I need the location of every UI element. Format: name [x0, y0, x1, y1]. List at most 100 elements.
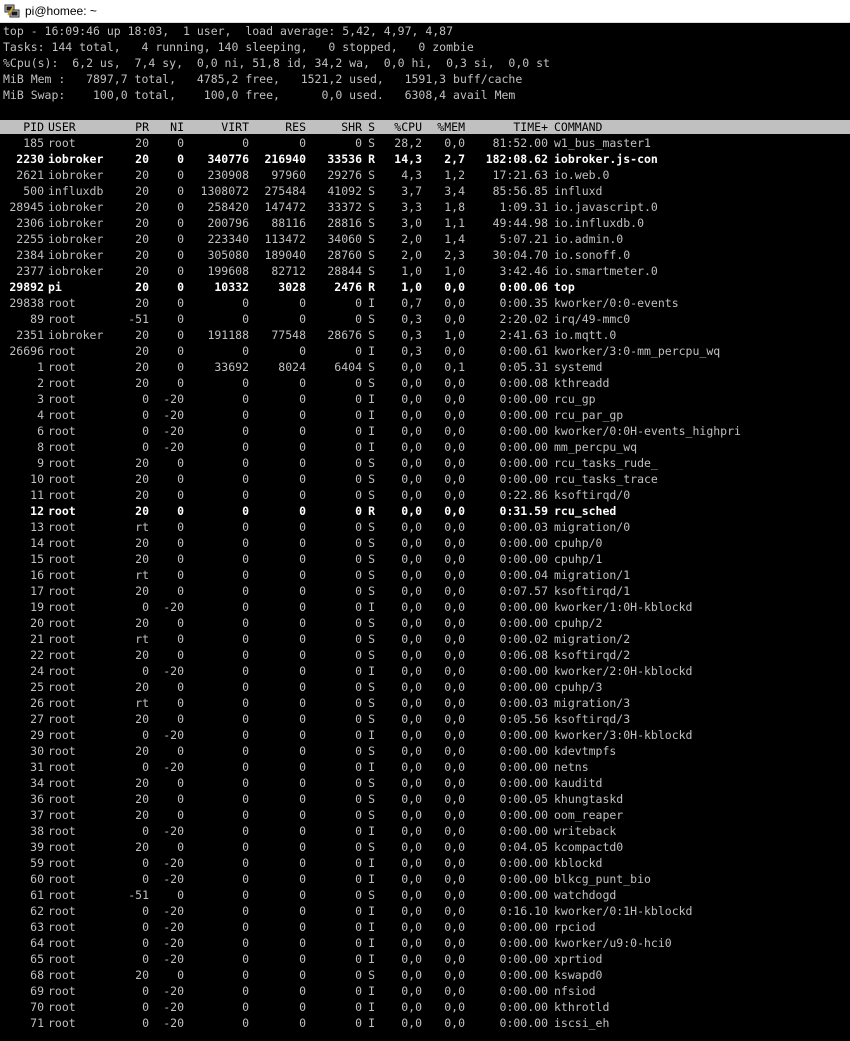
cell-time: 0:00.00: [499, 776, 548, 790]
table-row: 39 root 20 0 0 0 0 S 0,0 0,0 0:04.05 kcompactd0: [0, 839, 850, 855]
column-header-user: USER: [48, 120, 76, 134]
cell-cpu: 3,7: [401, 184, 422, 198]
cell-shr: 0: [355, 408, 362, 422]
cell-user: root: [48, 536, 76, 550]
cell-virt: 0: [242, 792, 249, 806]
cell-mem: 0,0: [444, 712, 465, 726]
cell-command: kthreadd: [554, 376, 610, 390]
cell-res: 88116: [271, 216, 306, 230]
cell-pid: 60: [30, 872, 44, 886]
cell-ni: 0: [177, 648, 184, 662]
cell-virt: 0: [242, 136, 249, 150]
cell-shr: 0: [355, 584, 362, 598]
summary-tasks-line: Tasks: 144 total, 4 running, 140 sleepin…: [3, 40, 474, 54]
cell-ni: 0: [177, 504, 184, 518]
cell-pr: 20: [135, 488, 149, 502]
cell-user: iobroker: [48, 168, 104, 182]
table-row: 500 influxdb 20 0 1308072 275484 41092 S 3,7 3,4 8…: [0, 183, 850, 199]
cell-mem: 0,0: [444, 648, 465, 662]
table-row: 21 root rt 0 0 0 0 S 0,0 0,0 0:00.02 migration/2: [0, 631, 850, 647]
cell-ni: 0: [177, 552, 184, 566]
cell-pr: 20: [135, 376, 149, 390]
cell-shr: 0: [355, 696, 362, 710]
cell-pid: 59: [30, 856, 44, 870]
cell-state: S: [368, 248, 375, 262]
cell-pid: 38: [30, 824, 44, 838]
cell-res: 0: [299, 920, 306, 934]
cell-virt: 340776: [207, 152, 249, 166]
cell-shr: 33372: [327, 200, 362, 214]
cell-state: S: [368, 648, 375, 662]
cell-mem: 0,0: [444, 344, 465, 358]
column-header-res: RES: [285, 120, 306, 134]
cell-virt: 0: [242, 824, 249, 838]
cell-res: 0: [299, 888, 306, 902]
summary-uptime-line: top - 16:09:46 up 18:03, 1 user, load av…: [3, 24, 454, 38]
cell-state: I: [368, 424, 375, 438]
cell-ni: -20: [163, 440, 184, 454]
cell-command: irq/49-mmc0: [554, 312, 631, 326]
cell-time: 0:00.00: [499, 552, 548, 566]
cell-state: S: [368, 232, 375, 246]
cell-user: root: [48, 504, 76, 518]
cell-shr: 0: [355, 920, 362, 934]
cell-state: I: [368, 984, 375, 998]
cell-pr: 20: [135, 264, 149, 278]
cell-ni: 0: [177, 152, 184, 166]
cell-virt: 33692: [214, 360, 249, 374]
cell-mem: 0,0: [444, 520, 465, 534]
column-header-ni: NI: [170, 120, 184, 134]
cell-shr: 0: [355, 952, 362, 966]
cell-state: I: [368, 392, 375, 406]
cell-state: S: [368, 520, 375, 534]
cell-command: io.javascript.0: [554, 200, 658, 214]
cell-state: I: [368, 760, 375, 774]
cell-mem: 0,0: [444, 1016, 465, 1030]
cell-user: root: [48, 312, 76, 326]
cell-time: 0:05.31: [499, 360, 548, 374]
cell-ni: -20: [163, 600, 184, 614]
cell-cpu: 0,3: [401, 312, 422, 326]
cell-time: 0:00.03: [499, 520, 548, 534]
cell-ni: 0: [177, 520, 184, 534]
cell-pid: 13: [30, 520, 44, 534]
cell-pid: 2306: [16, 216, 44, 230]
cell-command: migration/2: [554, 632, 631, 646]
cell-res: 0: [299, 552, 306, 566]
cell-mem: 0,0: [444, 424, 465, 438]
cell-user: root: [48, 664, 76, 678]
table-row: 185 root 20 0 0 0 0 S 28,2 0,0 81:52.00 w1_bus_mast…: [0, 135, 850, 151]
cell-user: root: [48, 424, 76, 438]
window-titlebar[interactable]: pi@homee: ~: [0, 0, 850, 23]
cell-command: khungtaskd: [554, 792, 624, 806]
table-row: 37 root 20 0 0 0 0 S 0,0 0,0 0:00.00 oom_reaper: [0, 807, 850, 823]
cell-state: S: [368, 312, 375, 326]
cell-pid: 2384: [16, 248, 44, 262]
cell-pid: 29892: [9, 280, 44, 294]
cell-shr: 41092: [327, 184, 362, 198]
cell-user: root: [48, 568, 76, 582]
cell-cpu: 0,0: [401, 760, 422, 774]
cell-res: 0: [299, 776, 306, 790]
cell-pr: 20: [135, 840, 149, 854]
table-row: 26696 root 20 0 0 0 0 I 0,3 0,0 0:00.61 kworker/3:0…: [0, 343, 850, 359]
cell-virt: 0: [242, 376, 249, 390]
cell-command: cpuhp/3: [554, 680, 603, 694]
column-header-pid: PID: [23, 120, 44, 134]
cell-mem: 0,0: [444, 440, 465, 454]
terminal-screen[interactable]: top - 16:09:46 up 18:03, 1 user, load av…: [0, 23, 850, 1041]
table-row: 28945 iobroker 20 0 258420 147472 33372 S 3,3 1,8…: [0, 199, 850, 215]
cell-user: root: [48, 776, 76, 790]
cell-ni: 0: [177, 184, 184, 198]
cell-mem: 0,0: [444, 760, 465, 774]
cell-command: kswapd0: [554, 968, 603, 982]
cell-mem: 0,0: [444, 952, 465, 966]
cell-cpu: 0,0: [401, 440, 422, 454]
cell-user: iobroker: [48, 264, 104, 278]
cell-pr: 0: [142, 1016, 149, 1030]
cell-state: I: [368, 1016, 375, 1030]
cell-cpu: 0,0: [401, 376, 422, 390]
cell-user: root: [48, 376, 76, 390]
cell-ni: 0: [177, 776, 184, 790]
table-row: 8 root 0 -20 0 0 0 I 0,0 0,0 0:00.00 mm_percpu_wq: [0, 439, 850, 455]
